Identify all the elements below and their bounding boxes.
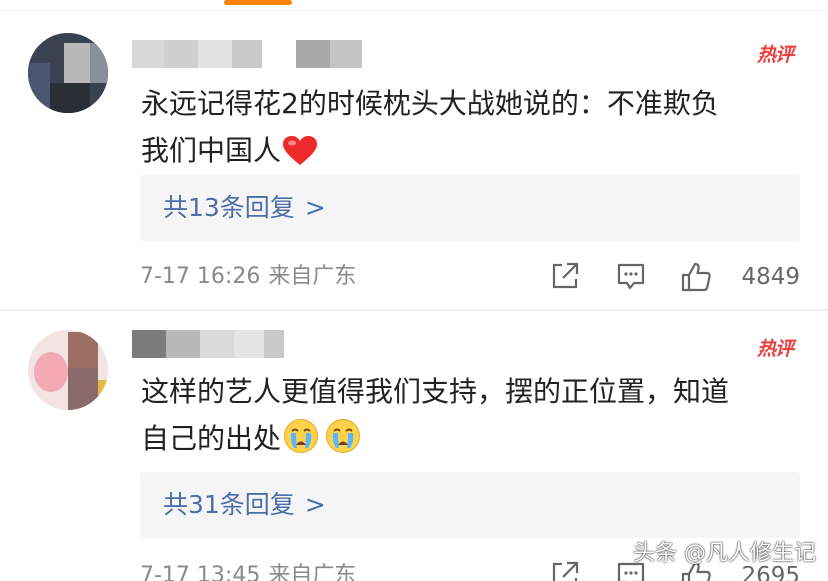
comment-text-line: 这样的艺人更值得我们支持，摆的正位置，知道 — [141, 375, 730, 408]
reply-count-label: 共13条回复 — [163, 193, 295, 222]
comment-text-line: 自己的出处 — [141, 422, 282, 455]
comment-text-line: 永远记得花2的时候枕头大战她说的：不准欺负 — [141, 87, 719, 120]
reply-box[interactable]: 共13条回复 > — [140, 175, 800, 241]
comment-actions: 4849 — [550, 261, 800, 293]
comment-location: 来自广东 — [268, 563, 357, 581]
heart-emoji — [283, 133, 318, 180]
comment-meta: 7-17 13:45 来自广东 — [140, 562, 356, 581]
avatar-mosaic — [50, 83, 90, 113]
reply-box[interactable]: 共31条回复 > — [140, 472, 800, 538]
active-tab-indicator — [224, 0, 292, 5]
crying-face-emoji — [283, 418, 319, 468]
chevron-right-icon: > — [304, 193, 326, 222]
comment-time: 7-17 16:26 — [140, 264, 261, 289]
crying-face-emoji — [325, 418, 361, 468]
avatar-mosaic — [90, 43, 108, 83]
view-replies-link[interactable]: 共31条回复 > — [163, 489, 326, 521]
avatar-mosaic — [98, 380, 108, 406]
share-icon[interactable] — [550, 261, 580, 295]
reply-count-label: 共31条回复 — [163, 490, 295, 519]
share-icon[interactable] — [550, 560, 580, 581]
view-replies-link[interactable]: 共13条回复 > — [163, 192, 326, 224]
comment-location: 来自广东 — [268, 264, 357, 289]
avatar-mosaic — [68, 332, 98, 368]
like-icon[interactable] — [680, 261, 712, 297]
like-count: 4849 — [741, 264, 800, 290]
comment-text: 永远记得花2的时候枕头大战她说的：不准欺负 我们中国人 — [141, 80, 801, 180]
avatar-mosaic — [34, 352, 68, 392]
comment-divider — [0, 309, 828, 311]
comment-text: 这样的艺人更值得我们支持，摆的正位置，知道 自己的出处 — [141, 368, 801, 468]
chevron-right-icon: > — [304, 490, 326, 519]
avatar[interactable] — [28, 330, 108, 410]
hot-comment-badge: 热评 — [756, 338, 794, 360]
avatar[interactable] — [28, 33, 108, 113]
comment-text-line: 我们中国人 — [141, 134, 282, 167]
comment-time: 7-17 13:45 — [140, 563, 261, 581]
comments-page: 热评 永远记得花2的时候枕头大战她说的：不准欺负 我们中国人 共13条回复 > 7… — [0, 0, 828, 581]
top-divider — [0, 10, 828, 11]
comment-meta: 7-17 16:26 来自广东 — [140, 263, 356, 291]
comment-item: 热评 永远记得花2的时候枕头大战她说的：不准欺负 我们中国人 共13条回复 > 7… — [0, 12, 828, 309]
hot-comment-badge: 热评 — [756, 44, 794, 66]
avatar-mosaic — [68, 368, 98, 410]
watermark: 头条 @凡人修生记 — [633, 541, 816, 566]
avatar-mosaic — [28, 63, 50, 113]
comment-icon[interactable] — [616, 261, 646, 295]
